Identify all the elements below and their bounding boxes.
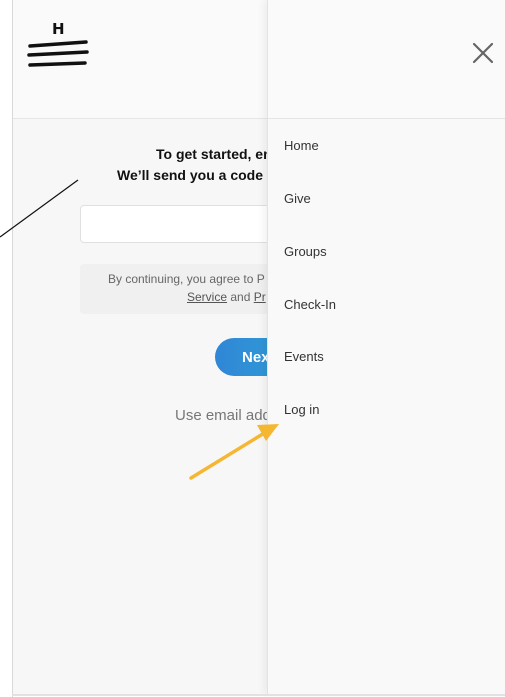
menu-item-give[interactable]: Give (284, 191, 311, 206)
navigation-drawer: Home Give Groups Check-In Events Log in (267, 0, 505, 694)
terms-links: Service and Pr (187, 288, 266, 306)
drawer-header (268, 0, 505, 119)
logo[interactable]: H (27, 18, 91, 74)
frame-bottom-border (12, 694, 505, 696)
terms-and-text: and (227, 290, 254, 304)
logo-letter: H (52, 20, 65, 38)
close-icon[interactable] (471, 41, 495, 65)
terms-of-service-link[interactable]: Service (187, 290, 227, 304)
menu-item-events[interactable]: Events (284, 349, 324, 364)
menu-item-check-in[interactable]: Check-In (284, 297, 336, 312)
app-page: H To get started, enter y We’ll send you… (13, 0, 505, 694)
terms-text: By continuing, you agree to P (108, 272, 265, 286)
menu-item-home[interactable]: Home (284, 138, 319, 153)
privacy-policy-link[interactable]: Pr (254, 290, 266, 304)
page-subtitle: We’ll send you a code y (117, 167, 275, 183)
menu-item-log-in[interactable]: Log in (284, 402, 319, 417)
menu-item-groups[interactable]: Groups (284, 244, 327, 259)
use-email-link[interactable]: Use email add (175, 407, 271, 424)
logo-icon: H (27, 20, 89, 67)
